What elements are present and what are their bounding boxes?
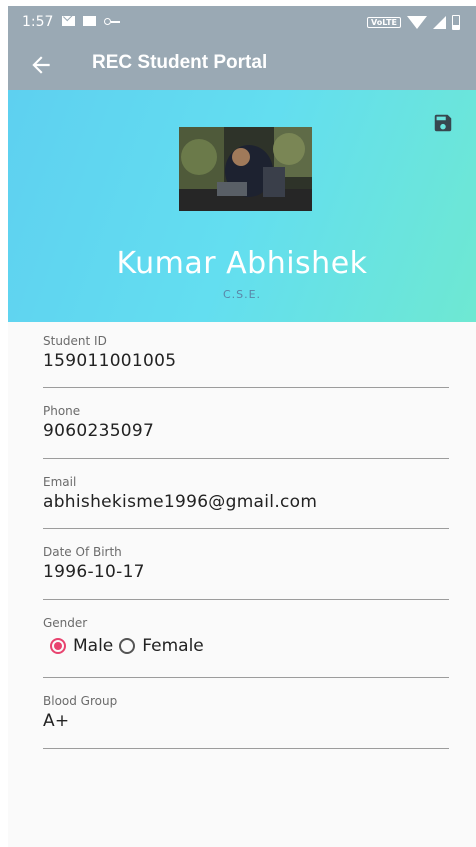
save-button[interactable]	[432, 112, 454, 134]
image-icon	[83, 16, 96, 26]
screen: 1:57 VoLTE REC Student Portal Kumar Abhi…	[8, 6, 476, 847]
email-label: Email	[43, 475, 77, 489]
gender-label: Gender	[43, 616, 88, 630]
email-underline	[43, 528, 449, 529]
student-id-field[interactable]: Student ID 159011001005	[43, 334, 449, 388]
date-of-birth-underline	[43, 599, 449, 600]
gender-female-radio[interactable]	[119, 638, 136, 654]
gender-underline	[43, 677, 449, 678]
system-icons: VoLTE	[367, 15, 460, 30]
email-value[interactable]: abhishekisme1996@gmail.com	[43, 492, 449, 512]
mail-icon	[62, 16, 75, 26]
blood-group-field[interactable]: Blood Group A+	[43, 694, 449, 749]
status-time: 1:57	[22, 14, 54, 30]
profile-header: Kumar Abhishek C.S.E.	[8, 90, 476, 322]
phone-value[interactable]: 9060235097	[43, 421, 449, 441]
phone-label: Phone	[43, 404, 81, 418]
student-id-underline	[43, 387, 449, 388]
save-icon	[434, 114, 452, 132]
blood-group-underline	[43, 748, 449, 749]
profile-photo-image	[179, 127, 312, 211]
blood-group-label: Blood Group	[43, 694, 118, 708]
blood-group-value[interactable]: A+	[43, 711, 449, 731]
profile-photo	[179, 127, 312, 211]
phone-underline	[43, 458, 449, 459]
date-of-birth-value[interactable]: 1996-10-17	[43, 562, 449, 582]
email-field[interactable]: Email abhishekisme1996@gmail.com	[43, 475, 449, 529]
app-title: REC Student Portal	[92, 52, 268, 73]
student-id-value[interactable]: 159011001005	[43, 351, 449, 371]
volte-icon: VoLTE	[367, 17, 401, 28]
gender-male-label[interactable]: Male	[73, 636, 113, 656]
battery-icon	[452, 15, 460, 30]
wifi-icon	[407, 16, 427, 29]
gender-female-label[interactable]: Female	[142, 636, 203, 656]
app-bar: REC Student Portal	[8, 40, 476, 90]
status-bar: 1:57 VoLTE	[8, 6, 476, 40]
profile-branch: C.S.E.	[222, 288, 262, 301]
notification-icons	[62, 16, 120, 26]
key-icon	[104, 16, 120, 26]
student-id-label: Student ID	[43, 334, 107, 348]
date-of-birth-label: Date Of Birth	[43, 545, 122, 559]
signal-icon	[433, 16, 446, 29]
arrow-back-icon	[32, 56, 50, 74]
profile-name: Kumar Abhishek	[116, 246, 368, 281]
date-of-birth-field[interactable]: Date Of Birth 1996-10-17	[43, 545, 449, 600]
phone-field[interactable]: Phone 9060235097	[43, 404, 449, 459]
gender-field: Gender Male Female	[43, 616, 449, 678]
back-button[interactable]	[28, 52, 54, 78]
gender-radio-group: Male Female	[43, 636, 449, 656]
gender-male-radio[interactable]	[50, 638, 66, 654]
